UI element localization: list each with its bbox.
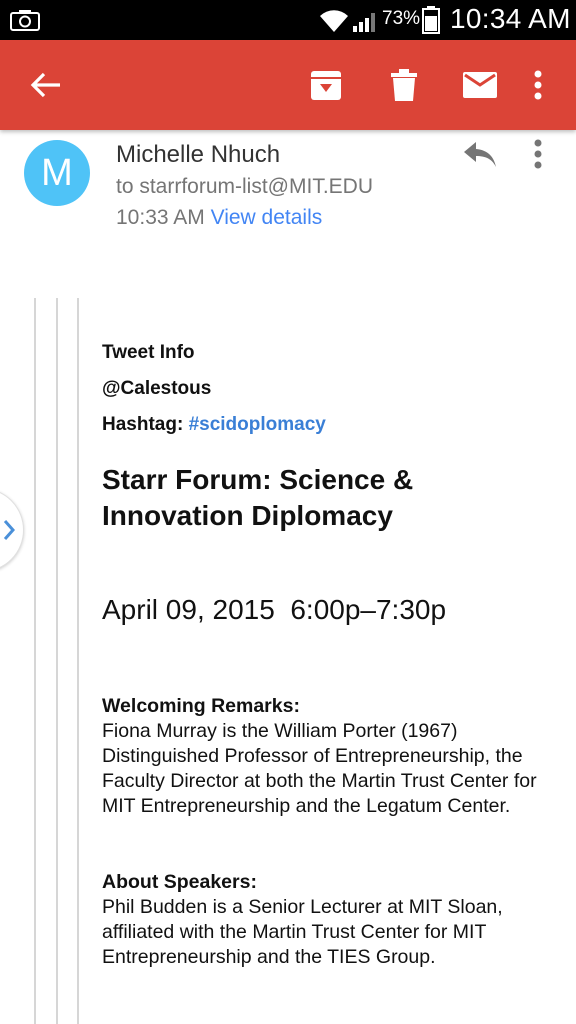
back-button[interactable] bbox=[16, 40, 76, 130]
hashtag-line: Hashtag: #scidoplomacy bbox=[102, 414, 326, 436]
welcoming-text: Fiona Murray is the William Porter (1967… bbox=[102, 720, 537, 817]
welcoming-heading: Welcoming Remarks: bbox=[102, 695, 300, 717]
battery-icon bbox=[422, 6, 440, 34]
side-expand-tab[interactable] bbox=[0, 488, 24, 572]
event-title: Starr Forum: Science & Innovation Diplom… bbox=[102, 464, 414, 531]
mark-unread-button[interactable] bbox=[454, 40, 506, 130]
archive-button[interactable] bbox=[300, 40, 352, 130]
signal-icon bbox=[353, 13, 375, 32]
archive-icon bbox=[311, 71, 341, 100]
twitter-handle: @Calestous bbox=[102, 378, 212, 399]
quote-line bbox=[34, 298, 36, 1024]
status-bar: 73% 10:34 AM bbox=[0, 0, 576, 40]
time-line: 10:33 AM View details bbox=[116, 206, 322, 230]
camera-icon bbox=[10, 10, 40, 31]
quote-line bbox=[77, 298, 79, 1024]
quote-line bbox=[56, 298, 58, 1024]
message-more-button[interactable] bbox=[528, 138, 548, 170]
more-vert-icon bbox=[534, 139, 542, 169]
speakers-section: About Speakers: Phil Budden is a Senior … bbox=[102, 870, 562, 970]
message-time: 10:33 AM bbox=[116, 206, 205, 229]
reply-button[interactable] bbox=[462, 140, 498, 170]
event-date: April 09, 2015 6:00p–7:30p bbox=[102, 594, 447, 625]
wifi-icon bbox=[320, 10, 348, 32]
speakers-heading: About Speakers: bbox=[102, 871, 257, 893]
back-arrow-icon bbox=[30, 72, 60, 98]
more-vert-icon bbox=[534, 70, 542, 100]
battery-percent: 73% bbox=[382, 8, 421, 29]
welcoming-section: Welcoming Remarks: Fiona Murray is the W… bbox=[102, 694, 562, 819]
avatar[interactable]: M bbox=[24, 140, 90, 206]
sender-name: Michelle Nhuch bbox=[116, 141, 281, 168]
status-clock: 10:34 AM bbox=[450, 3, 571, 34]
delete-button[interactable] bbox=[378, 40, 430, 130]
more-options-button[interactable] bbox=[520, 40, 556, 130]
delete-icon bbox=[391, 69, 417, 101]
reply-icon bbox=[464, 142, 496, 167]
hashtag-label: Hashtag: bbox=[102, 414, 184, 435]
view-details-link[interactable]: View details bbox=[211, 206, 323, 229]
speakers-text: Phil Budden is a Senior Lecturer at MIT … bbox=[102, 896, 503, 968]
app-bar bbox=[0, 40, 576, 130]
mark-unread-icon bbox=[463, 72, 497, 98]
tweet-info-heading: Tweet Info bbox=[102, 342, 195, 363]
chevron-right-icon bbox=[3, 520, 15, 540]
hashtag-link[interactable]: #scidoplomacy bbox=[189, 414, 326, 435]
recipient-line: to starrforum-list@MIT.EDU bbox=[116, 175, 374, 198]
